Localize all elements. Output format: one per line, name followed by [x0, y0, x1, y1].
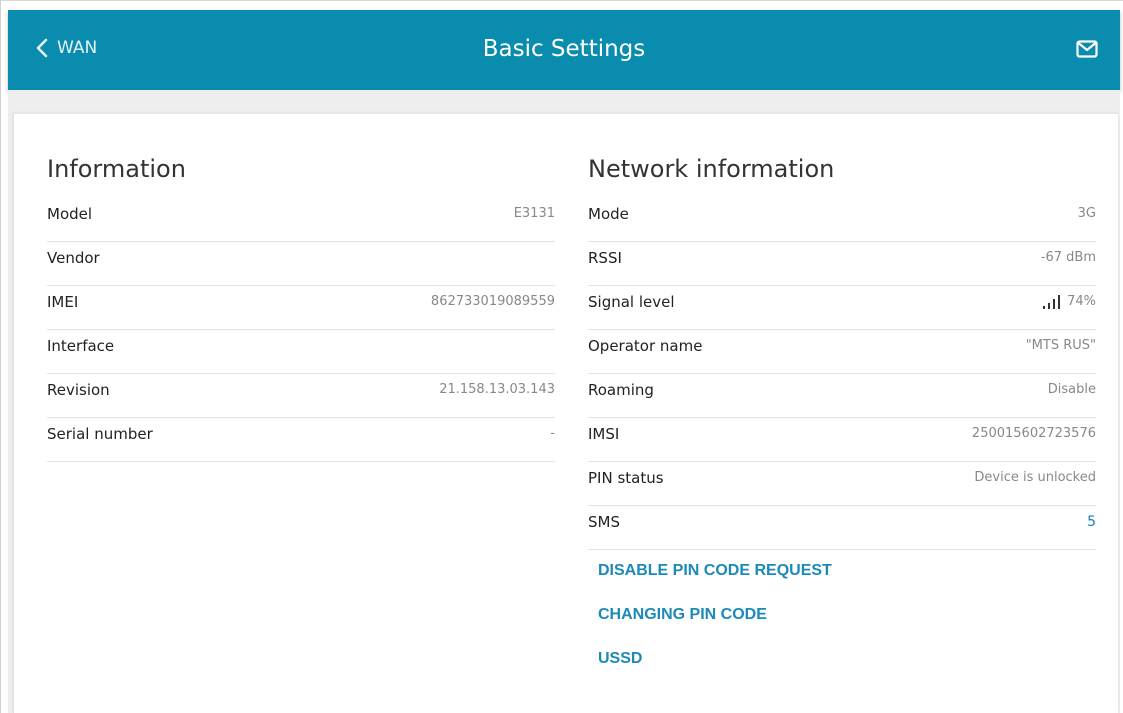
- settings-card: Information Model E3131 Vendor IMEI 8627…: [13, 113, 1118, 713]
- info-row-imei: IMEI 862733019089559: [47, 286, 555, 330]
- frame-border-left: [0, 0, 1, 713]
- network-label: IMSI: [588, 425, 620, 443]
- info-value: 862733019089559: [430, 294, 555, 309]
- info-label: Vendor: [47, 249, 100, 267]
- info-label: Interface: [47, 337, 115, 355]
- info-label: Serial number: [47, 425, 153, 443]
- network-row-signal-level: Signal level 74%: [588, 286, 1096, 330]
- information-list: Model E3131 Vendor IMEI 862733019089559 …: [47, 198, 555, 462]
- signal-level-value: 74%: [1042, 292, 1096, 312]
- network-label: RSSI: [588, 249, 622, 267]
- network-value: 250015602723576: [971, 426, 1096, 441]
- info-label: Model: [47, 205, 93, 223]
- network-row-pin-status: PIN status Device is unlocked: [588, 462, 1096, 506]
- network-row-mode: Mode 3G: [588, 198, 1096, 242]
- network-label: Roaming: [588, 381, 654, 399]
- network-row-rssi: RSSI -67 dBm: [588, 242, 1096, 286]
- signal-level-percent: 74%: [1067, 294, 1096, 309]
- network-information-title: Network information: [588, 155, 835, 183]
- network-value: Device is unlocked: [974, 470, 1096, 485]
- signal-strength-icon: [1042, 294, 1064, 310]
- disable-pin-code-request-button[interactable]: DISABLE PIN CODE REQUEST: [598, 561, 832, 605]
- frame-border-top: [0, 0, 1123, 1]
- info-row-revision: Revision 21.158.13.03.143: [47, 374, 555, 418]
- messages-button[interactable]: [1076, 40, 1098, 58]
- modem-actions: DISABLE PIN CODE REQUEST CHANGING PIN CO…: [598, 561, 832, 693]
- app-frame: WAN Basic Settings Information Model E31…: [0, 0, 1123, 713]
- network-label: SMS: [588, 513, 620, 531]
- network-row-imsi: IMSI 250015602723576: [588, 418, 1096, 462]
- page-title: Basic Settings: [482, 36, 646, 62]
- info-row-model: Model E3131: [47, 198, 555, 242]
- header-bar: WAN Basic Settings: [8, 10, 1120, 90]
- network-row-sms: SMS 5: [588, 506, 1096, 550]
- ussd-button[interactable]: USSD: [598, 649, 832, 693]
- mail-icon: [1076, 40, 1098, 58]
- info-row-vendor: Vendor: [47, 242, 555, 286]
- network-row-operator-name: Operator name "MTS RUS": [588, 330, 1096, 374]
- network-label: Mode: [588, 205, 629, 223]
- network-value: 3G: [1077, 206, 1096, 221]
- info-value: -: [550, 426, 555, 441]
- network-label: Signal level: [588, 293, 675, 311]
- info-value: E3131: [513, 206, 555, 221]
- network-value: -67 dBm: [1040, 250, 1096, 265]
- changing-pin-code-button[interactable]: CHANGING PIN CODE: [598, 605, 832, 649]
- information-title: Information: [47, 155, 186, 183]
- info-value: 21.158.13.03.143: [439, 382, 555, 397]
- info-row-interface: Interface: [47, 330, 555, 374]
- info-row-serial-number: Serial number -: [47, 418, 555, 462]
- network-label: Operator name: [588, 337, 703, 355]
- network-row-roaming: Roaming Disable: [588, 374, 1096, 418]
- network-label: PIN status: [588, 469, 664, 487]
- info-label: Revision: [47, 381, 110, 399]
- info-label: IMEI: [47, 293, 79, 311]
- network-information-list: Mode 3G RSSI -67 dBm Signal level 74% Op…: [588, 198, 1096, 550]
- network-value: "MTS RUS": [1025, 338, 1096, 353]
- sms-count-link[interactable]: 5: [1087, 512, 1096, 532]
- network-value: Disable: [1047, 382, 1096, 397]
